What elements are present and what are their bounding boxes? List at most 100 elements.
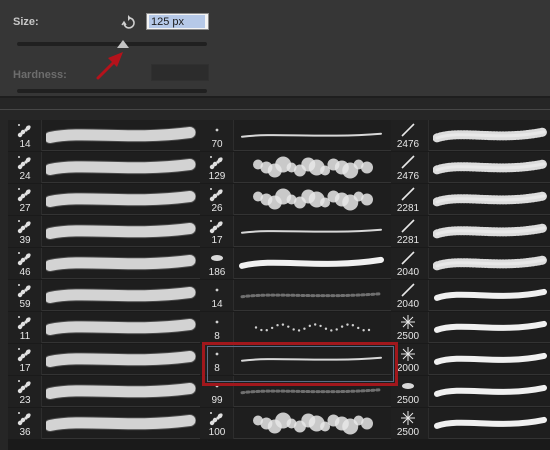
brush-tip-icon [401,155,415,169]
brush-preset[interactable]: 39 [8,216,200,247]
brush-tip-cell: 70 [200,120,234,151]
brush-preset[interactable]: 2476 [391,152,550,183]
brush-size-label: 26 [211,203,223,214]
hardness-field [151,64,209,81]
brush-preset[interactable]: 24 [8,152,200,183]
brush-size-label: 2281 [396,235,420,246]
brush-preset[interactable]: 2500 [391,312,550,343]
brush-tip-icon [215,320,219,324]
brush-preset[interactable]: 186 [200,248,391,279]
brush-preset[interactable]: 26 [200,184,391,215]
brush-preset[interactable]: 14 [200,280,391,311]
brush-tip-icon [401,123,415,137]
brush-size-label: 70 [211,139,223,150]
brush-tip-cell: 186 [200,248,234,279]
size-label: Size: [13,16,39,28]
brush-stroke-preview [241,132,382,138]
brush-size-label: 23 [19,395,31,406]
brush-column-2: 70 129 26 17 186 14 8 8 99 100 [200,120,391,450]
brush-stroke-preview [433,223,549,239]
brush-tip-cell: 11 [8,312,42,343]
brush-preset[interactable]: 14 [8,120,200,151]
brush-preset[interactable]: 36 [8,408,200,439]
brush-preset[interactable]: 100 [200,408,391,439]
brush-preset[interactable]: 17 [200,216,391,247]
brush-tip-icon [215,128,219,132]
brush-stroke-preview [253,156,373,179]
brush-size-label: 129 [208,171,226,182]
brush-preset[interactable]: 2040 [391,280,550,311]
brush-size-label: 36 [19,427,31,438]
brush-tip-icon [209,412,223,426]
brush-tip-cell: 59 [8,280,42,311]
brush-tip-cell: 2500 [391,408,429,439]
brush-preset[interactable]: 129 [200,152,391,183]
brush-size-label: 8 [214,331,220,342]
brush-stroke-preview [46,126,196,144]
brush-stroke-preview [253,412,373,435]
brush-preset[interactable]: 11 [8,312,200,343]
brush-stroke-preview [46,158,196,176]
brush-stroke-preview [240,388,383,395]
brush-preset[interactable]: 2500 [391,408,550,439]
brush-stroke-preview [46,254,196,272]
reset-arrow-icon[interactable] [120,14,136,30]
brush-stroke-preview [433,159,549,175]
brush-preset[interactable]: 8 [200,312,391,343]
brush-preset[interactable]: 99 [200,376,391,407]
brush-tip-cell: 27 [8,184,42,215]
brush-tip-icon [17,188,31,202]
brush-tip-cell: 129 [200,152,234,183]
brush-options-panel: Size: Hardness: [0,0,550,96]
brush-preset[interactable]: 8 [200,344,391,375]
brush-tip-cell: 2476 [391,120,429,151]
brush-size-label: 2000 [396,363,420,374]
brush-size-label: 2500 [396,331,420,342]
brush-size-label: 17 [19,363,31,374]
brush-tip-cell: 2500 [391,312,429,343]
brush-size-label: 46 [19,267,31,278]
brush-tip-cell: 8 [200,312,234,343]
brush-tip-icon [17,412,31,426]
brush-stroke-preview [253,188,373,211]
brush-tip-icon [215,384,219,388]
brush-size-label: 2281 [396,203,420,214]
brush-tip-cell: 8 [200,344,234,375]
brush-tip-cell: 46 [8,248,42,279]
brush-stroke-preview [433,127,549,143]
brush-tip-cell: 36 [8,408,42,439]
brush-preset[interactable]: 59 [8,280,200,311]
brush-stroke-preview [433,191,549,207]
brush-size-label: 8 [214,363,220,374]
brush-tip-cell: 2281 [391,216,429,247]
brush-tip-icon [17,316,31,330]
brush-stroke-preview [46,222,196,240]
brush-tip-cell: 100 [200,408,234,439]
brush-tip-icon [401,411,415,425]
brush-size-label: 2476 [396,139,420,150]
brush-preset[interactable]: 27 [8,184,200,215]
brush-tip-icon [17,156,31,170]
brush-tip-cell: 2000 [391,344,429,375]
brush-size-label: 59 [19,299,31,310]
brush-preset[interactable]: 2500 [391,376,550,407]
brush-preset[interactable]: 17 [8,344,200,375]
brush-size-label: 2500 [396,427,420,438]
brush-preset[interactable]: 23 [8,376,200,407]
brush-preset[interactable]: 2281 [391,184,550,215]
size-input[interactable] [149,15,205,28]
brush-tip-cell: 14 [200,280,234,311]
brush-size-label: 2040 [396,267,420,278]
brush-tip-icon [17,380,31,394]
size-field[interactable] [146,13,209,30]
brush-preset[interactable]: 2281 [391,216,550,247]
brush-preset[interactable]: 2476 [391,120,550,151]
panel-divider [0,96,550,98]
brush-preset[interactable]: 2000 [391,344,550,375]
red-pointer-arrow-icon [96,52,123,80]
brush-tip-cell: 26 [200,184,234,215]
brush-preset[interactable]: 46 [8,248,200,279]
brush-stroke-preview [46,190,196,208]
brush-preset[interactable]: 2040 [391,248,550,279]
brush-preset[interactable]: 70 [200,120,391,151]
